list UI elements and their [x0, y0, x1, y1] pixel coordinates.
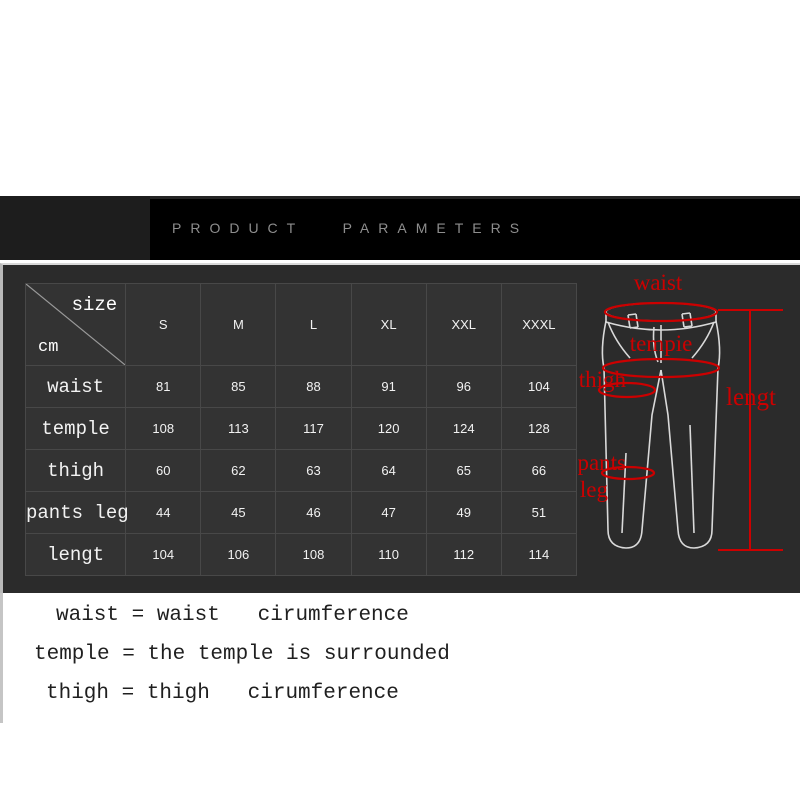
row-label-lengt: lengt [24, 533, 127, 576]
cell-lengt-s: 104 [125, 533, 202, 576]
cell-pants-leg-xl: 47 [350, 491, 427, 534]
cell-pants-leg-l: 46 [275, 491, 352, 534]
measurement-legend: waist = waist cirumference temple = the … [0, 596, 800, 713]
cell-lengt-m: 106 [200, 533, 277, 576]
cell-temple-xxl: 124 [425, 407, 502, 450]
size-chart-panel: size cm S M L XL XXL XXXL waist 81 85 88… [0, 263, 800, 593]
size-header-xxl: XXL [425, 283, 502, 366]
waist-ellipse [603, 301, 719, 323]
pants-measurement-diagram: waist tempie thigh pants leg lengt [578, 265, 800, 595]
cell-pants-leg-m: 45 [200, 491, 277, 534]
cell-lengt-l: 108 [275, 533, 352, 576]
label-length: lengt [726, 384, 776, 411]
legend-line-waist: waist = waist cirumference [56, 604, 409, 627]
cell-waist-l: 88 [275, 365, 352, 408]
cell-temple-s: 108 [125, 407, 202, 450]
cell-pants-leg-xxxl: 51 [500, 491, 578, 534]
cell-lengt-xl: 110 [350, 533, 427, 576]
row-label-temple: temple [24, 407, 127, 450]
label-thigh: thigh [579, 367, 627, 392]
size-header-m: M [200, 283, 277, 366]
cell-thigh-xxl: 65 [425, 449, 502, 492]
label-pants-leg-2: leg [580, 477, 609, 502]
size-table: size cm S M L XL XXL XXXL waist 81 85 88… [24, 283, 578, 576]
legend-line-thigh: thigh = thigh cirumference [46, 682, 399, 705]
cell-lengt-xxl: 112 [425, 533, 502, 576]
cell-lengt-xxxl: 114 [500, 533, 578, 576]
table-row: lengt 104 106 108 110 112 114 [24, 533, 578, 576]
size-header-xxxl: XXXL [500, 283, 578, 366]
table-header-row: size cm S M L XL XXL XXXL [24, 283, 578, 366]
cell-thigh-xl: 64 [350, 449, 427, 492]
table-row: pants leg 44 45 46 47 49 51 [24, 491, 578, 534]
size-header-s: S [125, 283, 202, 366]
table-row: waist 81 85 88 91 96 104 [24, 365, 578, 408]
size-chart-page: PRODUCT PARAMETERS size cm S M L XL XXL … [0, 0, 800, 800]
table-corner-cell: size cm [24, 283, 127, 366]
diagram-labels: waist tempie thigh pants leg lengt [578, 270, 776, 502]
cell-thigh-s: 60 [125, 449, 202, 492]
cell-pants-leg-s: 44 [125, 491, 202, 534]
legend-line-temple: temple = the temple is surrounded [34, 643, 450, 666]
cell-waist-xxl: 96 [425, 365, 502, 408]
cell-temple-l: 117 [275, 407, 352, 450]
cell-waist-s: 81 [125, 365, 202, 408]
row-label-thigh: thigh [24, 449, 127, 492]
corner-unit-label: cm [38, 338, 59, 357]
cell-temple-xxxl: 128 [500, 407, 578, 450]
row-label-pants-leg: pants leg [24, 491, 129, 534]
pants-diagram-svg: waist tempie thigh pants leg lengt [578, 270, 783, 551]
cell-thigh-xxxl: 66 [500, 449, 578, 492]
label-temple: tempie [630, 331, 693, 356]
corner-size-label: size [71, 294, 118, 316]
cell-waist-xxxl: 104 [500, 365, 578, 408]
length-dimension-icon [718, 309, 783, 551]
size-header-xl: XL [350, 283, 427, 366]
table-row: temple 108 113 117 120 124 128 [24, 407, 578, 450]
cell-thigh-l: 63 [275, 449, 352, 492]
cell-waist-xl: 91 [350, 365, 427, 408]
row-label-waist: waist [24, 365, 127, 408]
table-row: thigh 60 62 63 64 65 66 [24, 449, 578, 492]
label-pants-leg-1: pants [578, 450, 626, 475]
cell-waist-m: 85 [200, 365, 277, 408]
cell-temple-m: 113 [200, 407, 277, 450]
size-header-l: L [275, 283, 352, 366]
label-waist: waist [634, 270, 683, 295]
banner-left-block [0, 196, 150, 260]
product-parameters-banner: PRODUCT PARAMETERS [0, 196, 800, 260]
cell-thigh-m: 62 [200, 449, 277, 492]
banner-title: PRODUCT PARAMETERS [172, 220, 529, 236]
cell-temple-xl: 120 [350, 407, 427, 450]
cell-pants-leg-xxl: 49 [425, 491, 502, 534]
